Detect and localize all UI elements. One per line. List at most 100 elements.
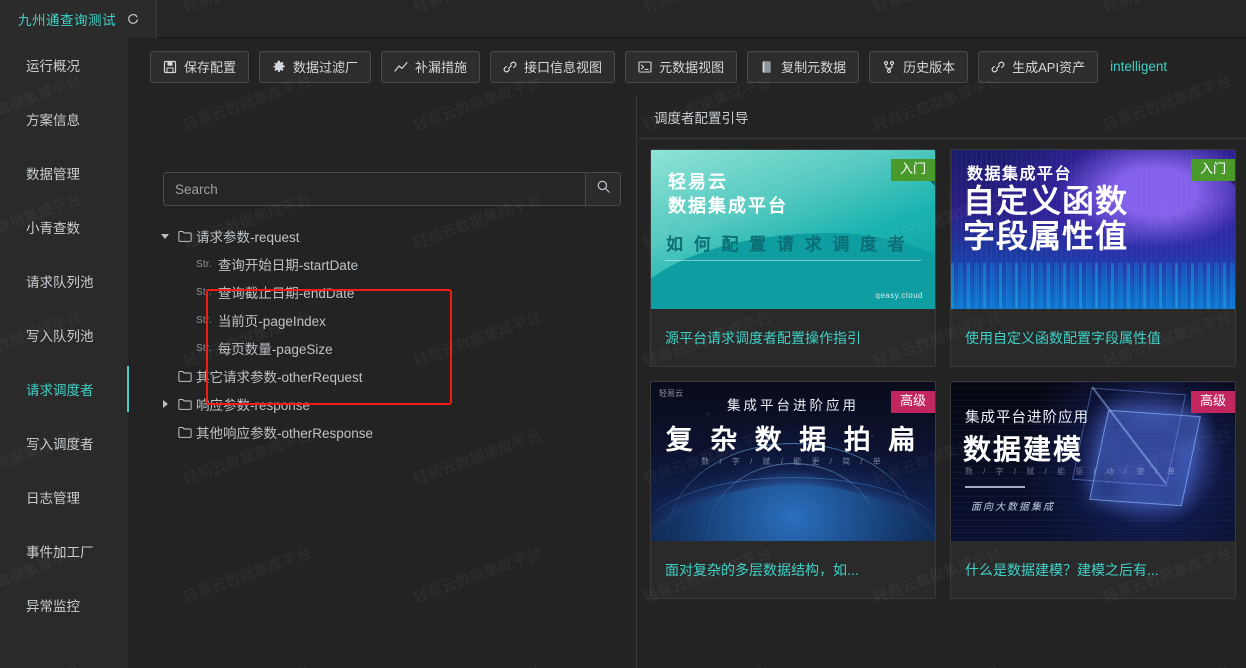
- metadata-view-button[interactable]: 元数据视图: [625, 50, 738, 83]
- tree-node-request-params[interactable]: 请求参数-request: [156, 222, 626, 250]
- card-thumbnail: 数据集成平台 自定义函数 字段属性值 入门: [951, 150, 1235, 309]
- thumb-title-line1: 轻易云: [668, 172, 728, 192]
- guide-panel: 调度者配置引导 ☁ 轻易云 数据集成平台 如 何 配 置 请 求 调 度 者: [638, 95, 1246, 668]
- patch-measure-button[interactable]: 补漏措施: [381, 50, 481, 83]
- status-badge: 高级: [1190, 391, 1235, 418]
- tree-node-label: 其它请求参数-otherRequest: [196, 370, 363, 385]
- sidebar-item-2[interactable]: 数据管理: [0, 146, 129, 200]
- sidebar-item-5[interactable]: 写入队列池: [0, 308, 129, 362]
- sidebar-item-9[interactable]: 事件加工厂: [0, 524, 129, 578]
- refresh-icon[interactable]: [126, 12, 140, 26]
- sidebar-item-8[interactable]: 日志管理: [0, 470, 129, 524]
- type-tag: Str.: [196, 258, 212, 270]
- tab-jiuzhoutong-query-test[interactable]: 九州通查询测试: [0, 0, 157, 38]
- tab-bar: 九州通查询测试: [0, 0, 1246, 38]
- status-badge: 入门: [890, 159, 935, 186]
- intelligent-link[interactable]: intelligent: [1110, 59, 1167, 74]
- button-label: 数据过滤厂: [293, 60, 359, 75]
- branch-icon: [882, 60, 896, 74]
- thumb-title-line2: 数据集成平台: [668, 196, 788, 217]
- generate-api-asset-button[interactable]: 生成API资产: [978, 50, 1099, 83]
- card-thumbnail: ☁ 轻易云 数据集成平台 如 何 配 置 请 求 调 度 者 qeasy.clo…: [651, 150, 935, 309]
- card-caption: 什么是数据建模？建模之后有...: [965, 561, 1159, 578]
- guide-card-flatten-data[interactable]: 轻易云 集成平台进阶应用 复 杂 数 据 拍 扁 数 / 字 / 赋 / 能 更…: [650, 381, 936, 599]
- sidebar-item-label: 运行概况: [26, 59, 80, 74]
- terminal-icon: [638, 60, 652, 74]
- guide-panel-title: 调度者配置引导: [654, 111, 749, 126]
- thumb-subtitle: 如 何 配 置 请 求 调 度 者: [666, 235, 908, 254]
- search-icon: [596, 179, 611, 199]
- button-label: 接口信息视图: [524, 60, 603, 75]
- tab-label: 九州通查询测试: [18, 13, 116, 28]
- sidebar-item-1[interactable]: 方案信息: [0, 92, 129, 146]
- tree-node-page-size[interactable]: Str. 每页数量-pageSize: [156, 334, 626, 362]
- chart-line-icon: [394, 60, 408, 74]
- thumb-footnote: 面向大数据集成: [971, 502, 1055, 513]
- search-button[interactable]: [585, 172, 621, 206]
- search-input[interactable]: [163, 172, 585, 206]
- thumb-tagline: 数 / 字 / 赋 / 能 驱 / 动 / 变 / 革: [965, 467, 1180, 476]
- card-caption: 面对复杂的多层数据结构，如...: [665, 561, 859, 578]
- thumb-title: 数据集成平台: [967, 166, 1073, 183]
- link-icon: [503, 60, 517, 74]
- link-icon: [991, 60, 1005, 74]
- interface-info-view-button[interactable]: 接口信息视图: [490, 50, 616, 83]
- sidebar-item-label: 事件加工厂: [26, 545, 94, 560]
- sidebar-item-10[interactable]: 异常监控: [0, 578, 129, 632]
- card-caption: 使用自定义函数配置字段属性值: [965, 329, 1161, 346]
- card-caption: 源平台请求调度者配置操作指引: [665, 329, 861, 346]
- toolbar: 保存配置 数据过滤厂 补漏措施 接口信息视图 元数据视图 复制元数据 历史版本 …: [131, 38, 1246, 95]
- tree-node-page-index[interactable]: Str. 当前页-pageIndex: [156, 306, 626, 334]
- data-filter-factory-button[interactable]: 数据过滤厂: [259, 50, 372, 83]
- tree-node-label: 请求参数-request: [196, 230, 300, 245]
- tree-node-label: 响应参数-response: [196, 398, 311, 413]
- guide-card-data-modeling[interactable]: 集成平台进阶应用 数据建模 数 / 字 / 赋 / 能 驱 / 动 / 变 / …: [950, 381, 1236, 599]
- history-version-button[interactable]: 历史版本: [869, 50, 969, 83]
- thumb-tagline: 数 / 字 / 赋 / 能 更 / 简 / 单: [701, 457, 885, 466]
- tree-node-other-request[interactable]: 其它请求参数-otherRequest: [156, 362, 626, 390]
- sidebar-item-7[interactable]: 写入调度者: [0, 416, 129, 470]
- cube-decoration: [1089, 409, 1201, 507]
- copy-icon: [760, 60, 774, 74]
- thumb-subtitle: 数据建模: [963, 434, 1084, 465]
- thumb-title: 轻易云 数据集成平台: [668, 170, 788, 219]
- guide-card-request-scheduler[interactable]: ☁ 轻易云 数据集成平台 如 何 配 置 请 求 调 度 者 qeasy.clo…: [650, 149, 936, 367]
- thumb-rule: [965, 486, 1025, 488]
- parameter-tree-panel: 请求参数-request Str. 查询开始日期-startDate Str. …: [150, 95, 637, 668]
- parameter-tree: 请求参数-request Str. 查询开始日期-startDate Str. …: [156, 222, 626, 446]
- thumb-logo: qeasy.cloud: [875, 291, 923, 300]
- thumb-subtitle-line1: 自定义函数: [963, 183, 1129, 219]
- tree-node-start-date[interactable]: Str. 查询开始日期-startDate: [156, 250, 626, 278]
- folder-icon: [174, 398, 196, 410]
- type-tag: Str.: [196, 314, 212, 326]
- sidebar-item-label: 请求调度者: [26, 383, 94, 398]
- type-tag: Str.: [196, 286, 212, 298]
- sidebar-item-label: 请求队列池: [26, 275, 94, 290]
- sidebar: 运行概况 方案信息 数据管理 小青查数 请求队列池 写入队列池 请求调度者 写入…: [0, 38, 130, 668]
- folder-icon: [174, 426, 196, 438]
- sidebar-item-3[interactable]: 小青查数: [0, 200, 129, 254]
- tree-node-response-params[interactable]: 响应参数-response: [156, 390, 626, 418]
- type-tag: Str.: [196, 342, 212, 354]
- tree-node-end-date[interactable]: Str. 查询截止日期-endDate: [156, 278, 626, 306]
- folder-icon: [174, 370, 196, 382]
- chevron-down-icon[interactable]: [156, 233, 174, 239]
- copy-metadata-button[interactable]: 复制元数据: [747, 50, 860, 83]
- status-badge: 高级: [890, 391, 935, 418]
- tree-node-label: 查询截止日期-endDate: [217, 286, 355, 301]
- tree-node-label: 当前页-pageIndex: [217, 314, 326, 329]
- button-label: 保存配置: [184, 60, 237, 75]
- sidebar-item-0[interactable]: 运行概况: [0, 38, 129, 92]
- sidebar-item-4[interactable]: 请求队列池: [0, 254, 129, 308]
- folder-icon: [174, 230, 196, 242]
- guide-card-grid: ☁ 轻易云 数据集成平台 如 何 配 置 请 求 调 度 者 qeasy.clo…: [650, 149, 1246, 599]
- guide-card-custom-function[interactable]: 数据集成平台 自定义函数 字段属性值 入门 使用自定义函数配置字段属性值: [950, 149, 1236, 367]
- tree-node-other-response[interactable]: 其他响应参数-otherResponse: [156, 418, 626, 446]
- chevron-right-icon[interactable]: [156, 400, 174, 408]
- button-label: 历史版本: [903, 60, 956, 75]
- tree-node-label: 查询开始日期-startDate: [217, 258, 359, 273]
- status-badge: 入门: [1190, 159, 1235, 186]
- sidebar-item-label: 日志管理: [26, 491, 80, 506]
- save-config-button[interactable]: 保存配置: [150, 50, 250, 83]
- sidebar-item-6[interactable]: 请求调度者: [0, 362, 129, 416]
